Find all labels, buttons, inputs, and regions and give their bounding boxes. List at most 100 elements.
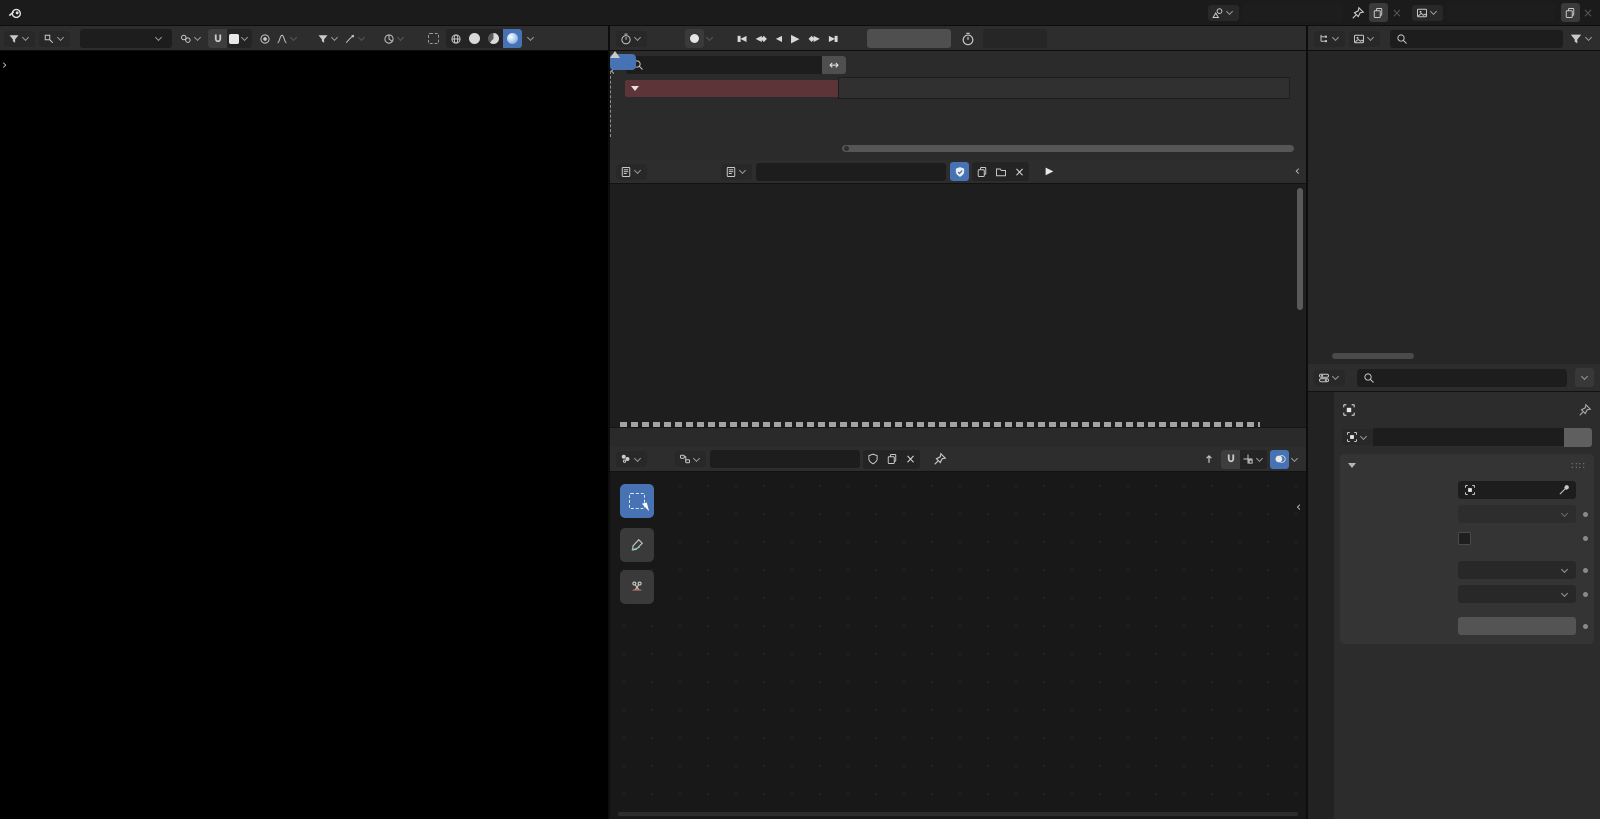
next-keyframe-button[interactable]: ◆▶	[809, 34, 820, 43]
outliner-search-input[interactable]	[1390, 29, 1563, 48]
outliner-editor-type-icon[interactable]	[1314, 30, 1345, 47]
shading-wireframe-icon[interactable]	[446, 29, 465, 48]
outliner-filter-icon[interactable]	[1569, 32, 1583, 46]
node-editor-scrollbar[interactable]	[618, 812, 1298, 816]
properties-editor: ∷∷	[1308, 364, 1600, 819]
up-axis-dropdown[interactable]	[1458, 585, 1576, 603]
jump-to-start-button[interactable]: ▮◀	[737, 34, 747, 43]
text-editor-type-icon[interactable]	[616, 163, 647, 180]
timeline-marker[interactable]	[610, 51, 620, 58]
playhead-line[interactable]	[610, 71, 611, 137]
relations-panel-header[interactable]: ∷∷	[1340, 454, 1594, 478]
tracking-axis-dropdown[interactable]	[1458, 561, 1576, 579]
pivot-point-icon[interactable]	[381, 29, 408, 48]
render-region-icon[interactable]	[424, 29, 443, 48]
proportional-edit-icon[interactable]	[255, 29, 274, 48]
properties-header	[1308, 364, 1600, 392]
object-name-field[interactable]	[1373, 428, 1564, 446]
use-preview-range-icon[interactable]	[961, 32, 975, 46]
channel-search-input[interactable]	[626, 56, 822, 74]
unlink-text-icon[interactable]: ×	[1010, 162, 1029, 181]
blender-logo-icon[interactable]	[8, 6, 22, 20]
jump-to-end-button[interactable]: ▶▮	[829, 34, 839, 43]
object-id-icon[interactable]	[1342, 429, 1373, 445]
parent-row	[1340, 478, 1594, 502]
view-layer-name-field[interactable]	[1446, 3, 1555, 22]
play-reverse-button[interactable]: ◀	[776, 34, 782, 43]
parent-type-dropdown[interactable]	[1458, 505, 1576, 523]
properties-options-icon[interactable]	[1575, 368, 1594, 387]
active-object-selector[interactable]	[80, 29, 172, 48]
camera-parent-checkbox[interactable]	[1458, 531, 1471, 545]
shading-rendered-icon[interactable]	[503, 29, 522, 48]
users-count-badge[interactable]	[1564, 427, 1592, 447]
scene-type-icon[interactable]	[1207, 4, 1239, 21]
run-script-icon[interactable]: ▶	[1040, 162, 1059, 181]
knife-cut-tool[interactable]	[620, 570, 654, 604]
channel-expand-icon[interactable]: ↔	[822, 56, 846, 74]
properties-breadcrumb	[1334, 396, 1600, 424]
shading-material-icon[interactable]	[484, 29, 503, 48]
properties-editor-type-icon[interactable]	[1314, 369, 1345, 386]
snap-curve-icon[interactable]	[342, 29, 369, 48]
viewport-header	[0, 26, 608, 51]
text-region-chevron[interactable]: ‹	[1295, 165, 1300, 178]
animate-dot[interactable]	[1583, 591, 1588, 597]
animate-dot[interactable]	[1583, 623, 1588, 629]
outliner-hscrollbar[interactable]	[1332, 353, 1414, 359]
scene-name-field[interactable]	[1242, 3, 1343, 22]
delete-view-layer-button[interactable]: ×	[1583, 6, 1593, 20]
timeline-scrollbar[interactable]	[842, 145, 1294, 152]
outliner-display-mode-icon[interactable]	[1349, 30, 1380, 47]
snap-target-icon[interactable]	[227, 29, 252, 48]
eyedropper-icon[interactable]	[1558, 484, 1570, 496]
proportional-falloff-icon[interactable]	[274, 29, 301, 48]
prev-keyframe-button[interactable]: ◀◆	[756, 34, 767, 43]
properties-tab-rail	[1308, 392, 1334, 819]
text-name-field[interactable]	[756, 162, 946, 181]
pin-id-icon[interactable]	[1578, 403, 1592, 417]
pass-index-field[interactable]	[1458, 617, 1576, 635]
summary-channel[interactable]	[625, 80, 855, 97]
duplicate-text-icon[interactable]	[972, 162, 991, 181]
node-region-chevron[interactable]: ‹	[1296, 501, 1301, 514]
animate-dot[interactable]	[1583, 535, 1588, 541]
up-axis-row	[1340, 582, 1594, 606]
parent-object-field[interactable]	[1458, 481, 1576, 499]
toolbar-expand-chevron[interactable]: ›	[2, 59, 7, 72]
view-layer-selector: ×	[1411, 3, 1596, 22]
register-shield-icon[interactable]	[950, 162, 969, 181]
editor-headers: ▮◀ ◀◆ ◀ ▶ ◆▶ ▶▮	[0, 26, 1600, 51]
view-layer-type-icon[interactable]	[1411, 4, 1443, 21]
transform-orientation-icon[interactable]	[178, 29, 205, 48]
current-frame-field[interactable]	[867, 29, 952, 48]
playback-controls: ▮◀ ◀◆ ◀ ▶ ◆▶ ▶▮	[737, 32, 839, 45]
node-editor: × ‹	[610, 447, 1306, 819]
snap-magnet-icon[interactable]	[208, 29, 227, 48]
open-text-icon[interactable]	[991, 162, 1010, 181]
delete-scene-button[interactable]: ×	[1392, 6, 1402, 20]
pin-scene-icon[interactable]	[1351, 6, 1365, 20]
animate-dot[interactable]	[1583, 567, 1588, 573]
3d-viewport[interactable]: ›	[0, 51, 608, 819]
animate-dot[interactable]	[1583, 511, 1588, 517]
text-datablock-icon[interactable]	[721, 163, 752, 180]
panel-grip[interactable]: ∷∷	[1571, 461, 1586, 472]
new-view-layer-button[interactable]	[1560, 3, 1580, 22]
play-button[interactable]: ▶	[791, 32, 800, 45]
box-select-tool[interactable]	[620, 484, 654, 518]
keyframe-strip[interactable]	[838, 77, 1290, 99]
shading-solid-icon[interactable]	[465, 29, 484, 48]
text-scrollbar[interactable]	[1297, 188, 1303, 310]
new-scene-button[interactable]	[1368, 3, 1388, 22]
gizmo-mode-icon[interactable]	[39, 30, 70, 47]
filter-objects-icon[interactable]	[315, 29, 342, 48]
outliner-tree	[1308, 51, 1600, 55]
properties-search-input[interactable]	[1357, 368, 1567, 387]
frame-start-field[interactable]	[983, 29, 1048, 48]
auto-keying-record-icon[interactable]	[685, 29, 704, 48]
timeline-editor-type-icon[interactable]	[616, 30, 647, 47]
tool-filter-icon[interactable]	[4, 30, 35, 47]
properties-content: ∷∷	[1334, 392, 1600, 819]
annotate-tool[interactable]	[620, 528, 654, 562]
